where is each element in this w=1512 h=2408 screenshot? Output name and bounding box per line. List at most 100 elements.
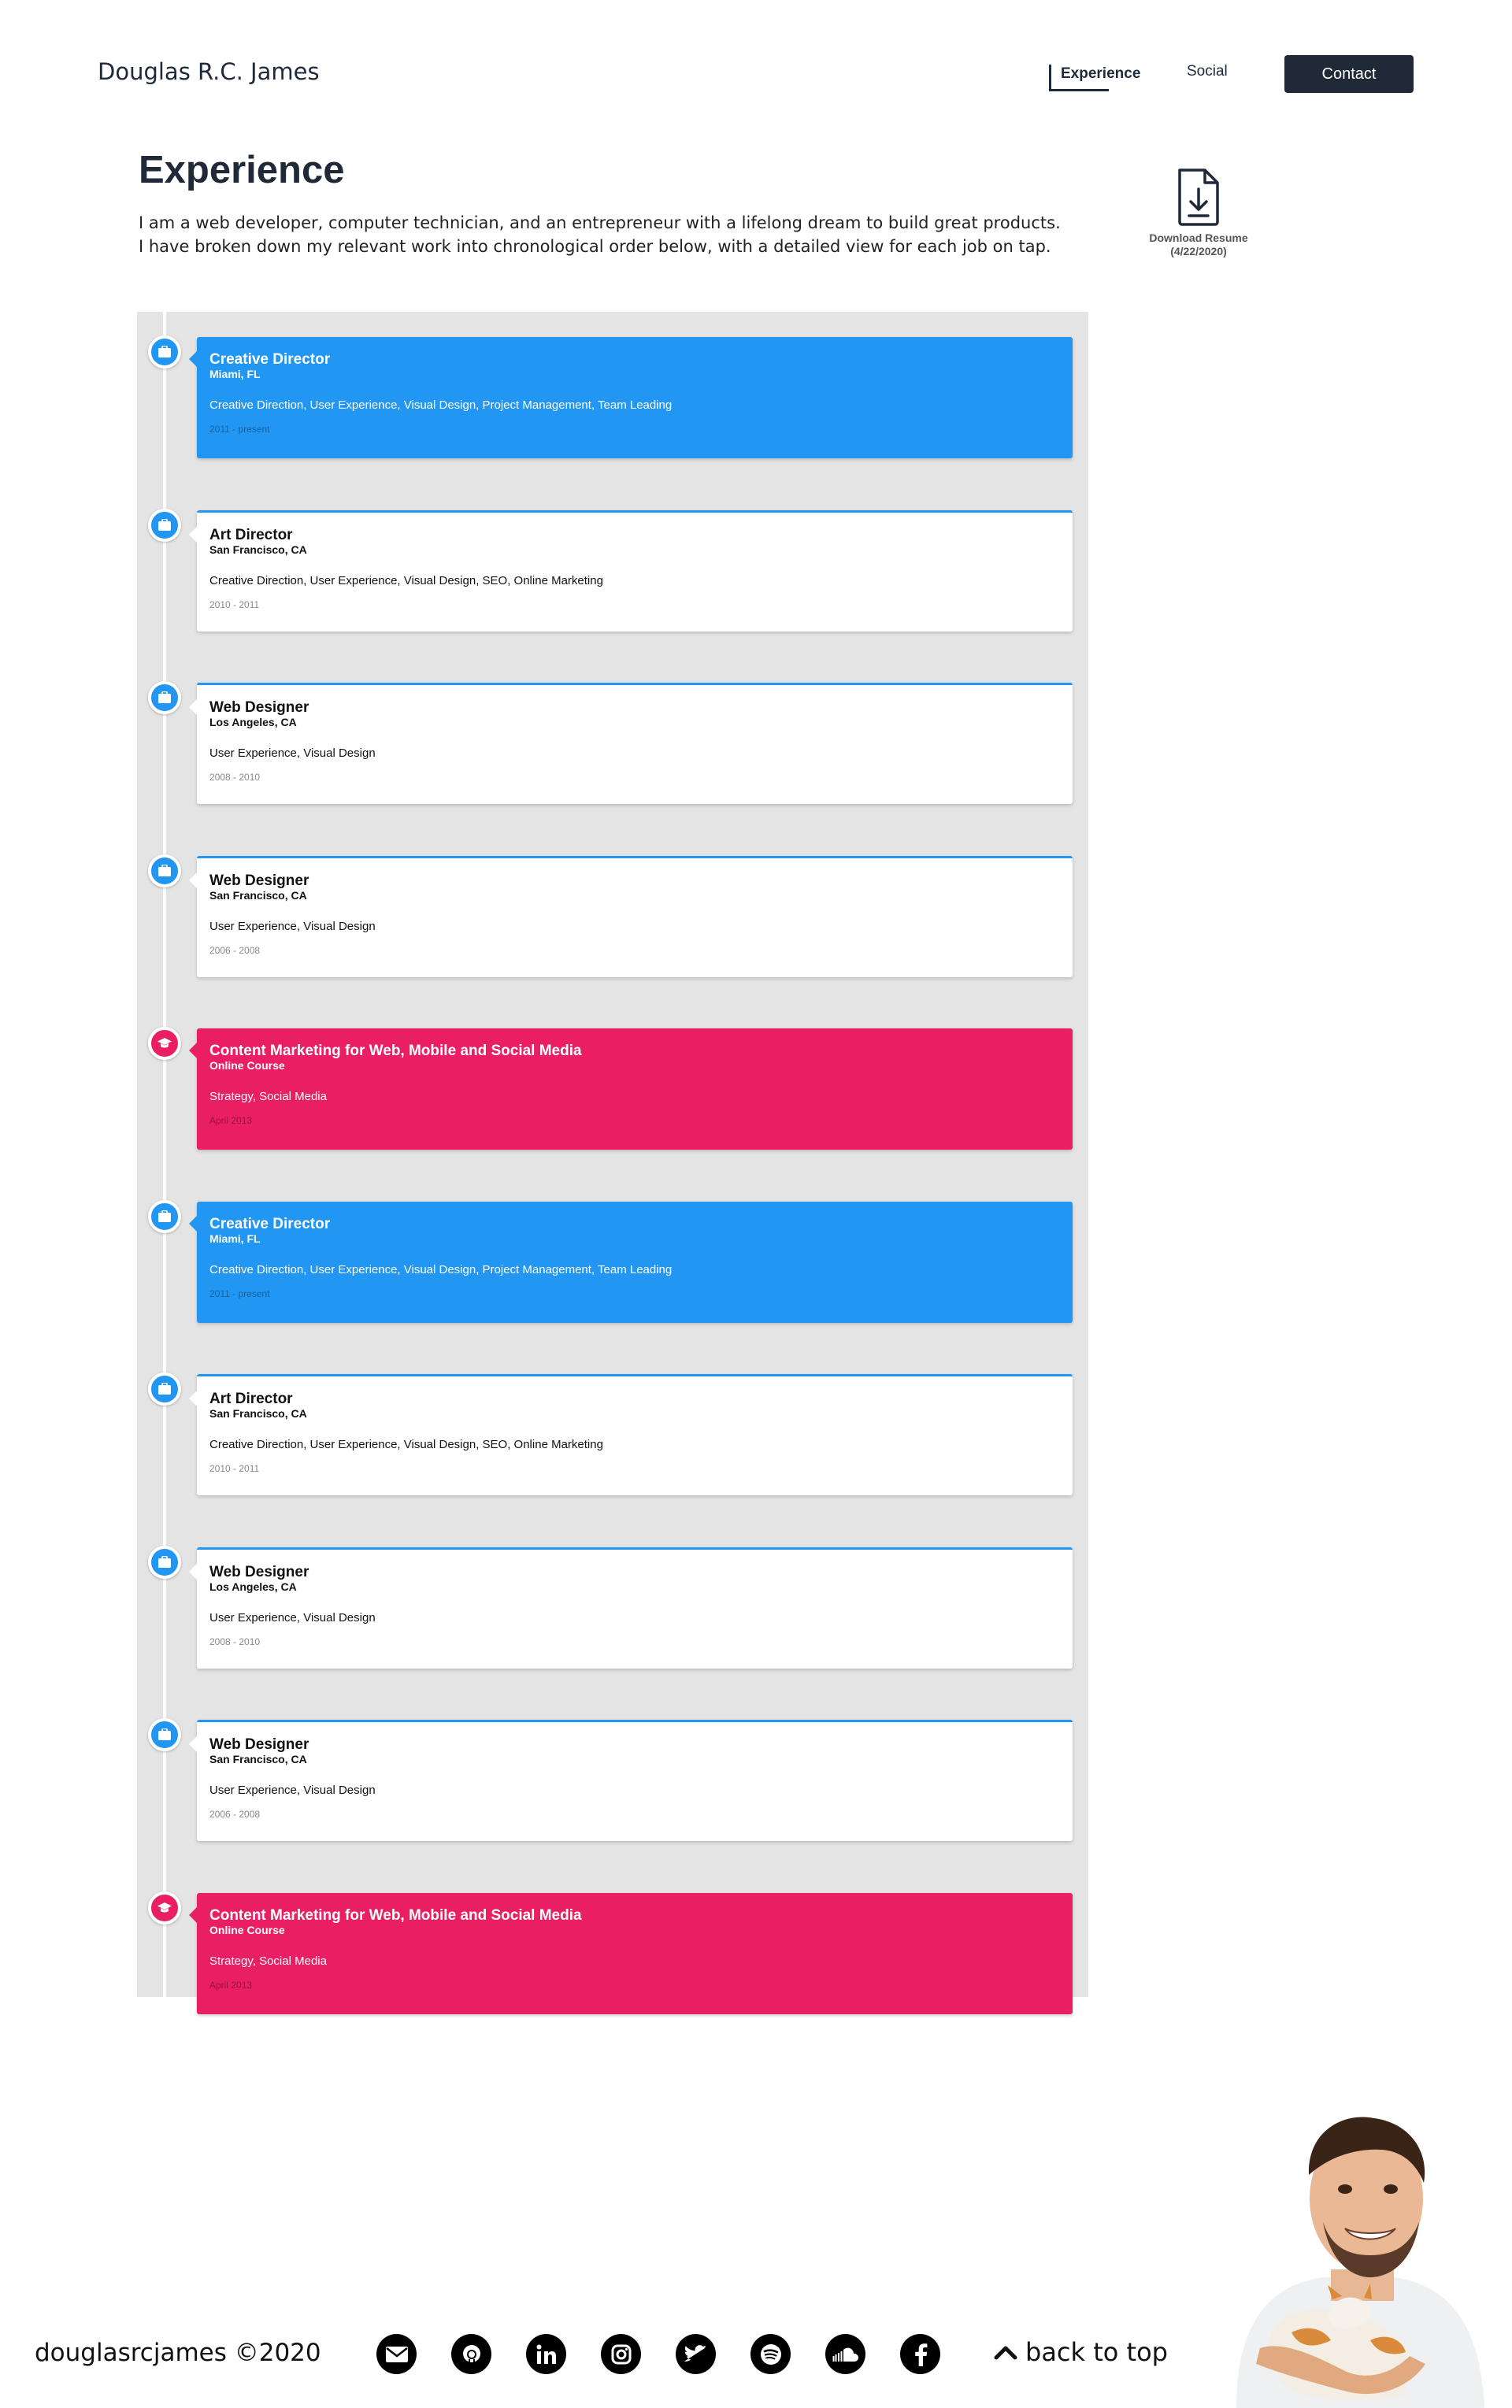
job-dates: 2010 - 2011 — [209, 598, 260, 610]
timeline-item: Art Director San Francisco, CA Creative Di… — [137, 1349, 1088, 1495]
timeline-item: Content Marketing for Web, Mobile and So… — [137, 1868, 1088, 2014]
job-dates: 2006 - 2008 — [209, 944, 261, 956]
experience-card[interactable]: Content Marketing for Web, Mobile and So… — [189, 1892, 1073, 2014]
job-title: Content Marketing for Web, Mobile and So… — [209, 1906, 582, 1924]
job-skills: Strategy, Social Media — [209, 1090, 327, 1103]
experience-card[interactable]: Content Marketing for Web, Mobile and So… — [189, 1028, 1073, 1150]
job-dates: 2010 - 2011 — [209, 1463, 260, 1474]
briefcase-icon — [158, 346, 171, 357]
nav-experience-label: Experience — [1061, 65, 1141, 82]
graduation-cap-icon — [158, 1902, 172, 1912]
experience-card[interactable]: Web Designer San Francisco, CA User Experi… — [189, 1720, 1073, 1841]
job-location: San Francisco, CA — [209, 888, 307, 902]
timeline-marker — [148, 1199, 181, 1233]
timeline-item: Creative Director Miami, FL Creative Direc… — [137, 312, 1088, 458]
job-title: Web Designer — [209, 699, 309, 716]
spotify-link[interactable] — [750, 2334, 791, 2374]
experience-timeline: Creative Director Miami, FL Creative Direc… — [137, 312, 1088, 2014]
job-dates: 2008 - 2010 — [209, 772, 261, 783]
linkedin-link[interactable] — [526, 2334, 566, 2374]
job-dates: 2006 - 2008 — [209, 1809, 261, 1820]
job-title: Web Designer — [209, 1736, 309, 1753]
job-title: Art Director — [209, 526, 293, 543]
briefcase-icon — [158, 691, 171, 703]
experience-card[interactable]: Web Designer San Francisco, CA User Experi… — [189, 855, 1073, 977]
spotify-icon — [760, 2343, 781, 2365]
chevron-up-icon — [994, 2346, 1017, 2360]
brand-name[interactable]: Douglas R.C. James — [98, 58, 320, 85]
briefcase-icon — [158, 1383, 171, 1395]
job-location: Miami, FL — [209, 1232, 261, 1245]
download-resume-button[interactable]: Download Resume (4/22/2020) — [1134, 167, 1263, 258]
github-link[interactable] — [451, 2334, 491, 2374]
experience-card[interactable]: Web Designer Los Angeles, CA User Experien… — [189, 1547, 1073, 1669]
twitter-link[interactable] — [676, 2334, 716, 2374]
job-skills: Creative Direction, User Experience, Vis… — [209, 573, 603, 587]
soundcloud-icon — [832, 2347, 858, 2362]
resume-date: (4/22/2020) — [1170, 245, 1227, 257]
job-title: Creative Director — [209, 351, 331, 368]
instagram-icon — [611, 2344, 631, 2364]
timeline-marker — [148, 1545, 181, 1579]
profile-portrait — [1236, 2117, 1484, 2408]
job-location: Los Angeles, CA — [209, 1580, 297, 1593]
job-dates: 2011 - present — [209, 1287, 270, 1299]
twitter-icon — [684, 2344, 706, 2362]
job-dates: April 2013 — [209, 1115, 253, 1126]
timeline-item: Web Designer San Francisco, CA User Experi… — [137, 831, 1088, 977]
timeline-marker — [148, 335, 181, 369]
download-file-icon — [1178, 169, 1219, 226]
briefcase-icon — [158, 1728, 171, 1740]
experience-card[interactable]: Art Director San Francisco, CA Creative Di… — [189, 509, 1073, 632]
instagram-link[interactable] — [601, 2334, 641, 2374]
job-title: Creative Director — [209, 1215, 331, 1232]
timeline-marker — [148, 508, 181, 542]
back-to-top-link[interactable]: back to top — [994, 2337, 1168, 2367]
social-links — [376, 2334, 940, 2374]
timeline-marker — [148, 1027, 181, 1060]
facebook-link[interactable] — [900, 2334, 940, 2374]
github-icon — [462, 2344, 480, 2363]
nav-social-link[interactable]: Social — [1187, 63, 1228, 80]
experience-card[interactable]: Web Designer Los Angeles, CA User Experien… — [189, 683, 1073, 804]
briefcase-icon — [158, 1210, 171, 1222]
job-title: Web Designer — [209, 872, 309, 889]
briefcase-icon — [158, 518, 171, 531]
timeline-item: Web Designer San Francisco, CA User Experi… — [137, 1695, 1088, 1841]
job-title: Web Designer — [209, 1563, 309, 1580]
copyright-text: douglasrcjames ©2020 — [35, 2339, 321, 2367]
graduation-cap-icon — [158, 1038, 172, 1048]
email-link[interactable] — [376, 2334, 417, 2374]
job-location: Los Angeles, CA — [209, 716, 297, 728]
timeline-marker — [148, 681, 181, 714]
experience-card[interactable]: Creative Director Miami, FL Creative Direc… — [189, 1201, 1073, 1323]
linkedin-icon — [536, 2344, 556, 2364]
job-title: Content Marketing for Web, Mobile and So… — [209, 1043, 582, 1059]
intro-line-2: I have broken down my relevant work into… — [139, 237, 1051, 256]
intro-text: I am a web developer, computer technicia… — [139, 211, 1099, 258]
resume-label: Download Resume — [1149, 232, 1248, 244]
job-location: San Francisco, CA — [209, 543, 307, 556]
briefcase-icon — [158, 864, 171, 876]
timeline-marker — [148, 1373, 181, 1406]
job-dates: 2011 - present — [209, 424, 270, 435]
job-skills: User Experience, Visual Design — [209, 1784, 376, 1797]
timeline-item: Web Designer Los Angeles, CA User Experien… — [137, 658, 1088, 804]
timeline-marker — [148, 1891, 181, 1925]
experience-card[interactable]: Art Director San Francisco, CA Creative Di… — [189, 1374, 1073, 1495]
job-dates: April 2013 — [209, 1979, 253, 1991]
intro-line-1: I am a web developer, computer technicia… — [139, 213, 1061, 232]
email-icon — [385, 2346, 408, 2362]
job-location: Online Course — [209, 1923, 285, 1936]
timeline-item: Art Director San Francisco, CA Creative Di… — [137, 485, 1088, 632]
soundcloud-link[interactable] — [825, 2334, 865, 2374]
briefcase-icon — [158, 1555, 171, 1568]
job-skills: User Experience, Visual Design — [209, 919, 376, 933]
job-location: San Francisco, CA — [209, 1753, 307, 1765]
back-to-top-label: back to top — [1025, 2337, 1168, 2367]
contact-button[interactable]: Contact — [1284, 55, 1414, 93]
experience-card[interactable]: Creative Director Miami, FL Creative Direc… — [189, 337, 1073, 458]
job-dates: 2008 - 2010 — [209, 1636, 261, 1647]
job-title: Art Director — [209, 1391, 293, 1407]
nav-experience-link[interactable]: Experience — [1049, 65, 1140, 91]
